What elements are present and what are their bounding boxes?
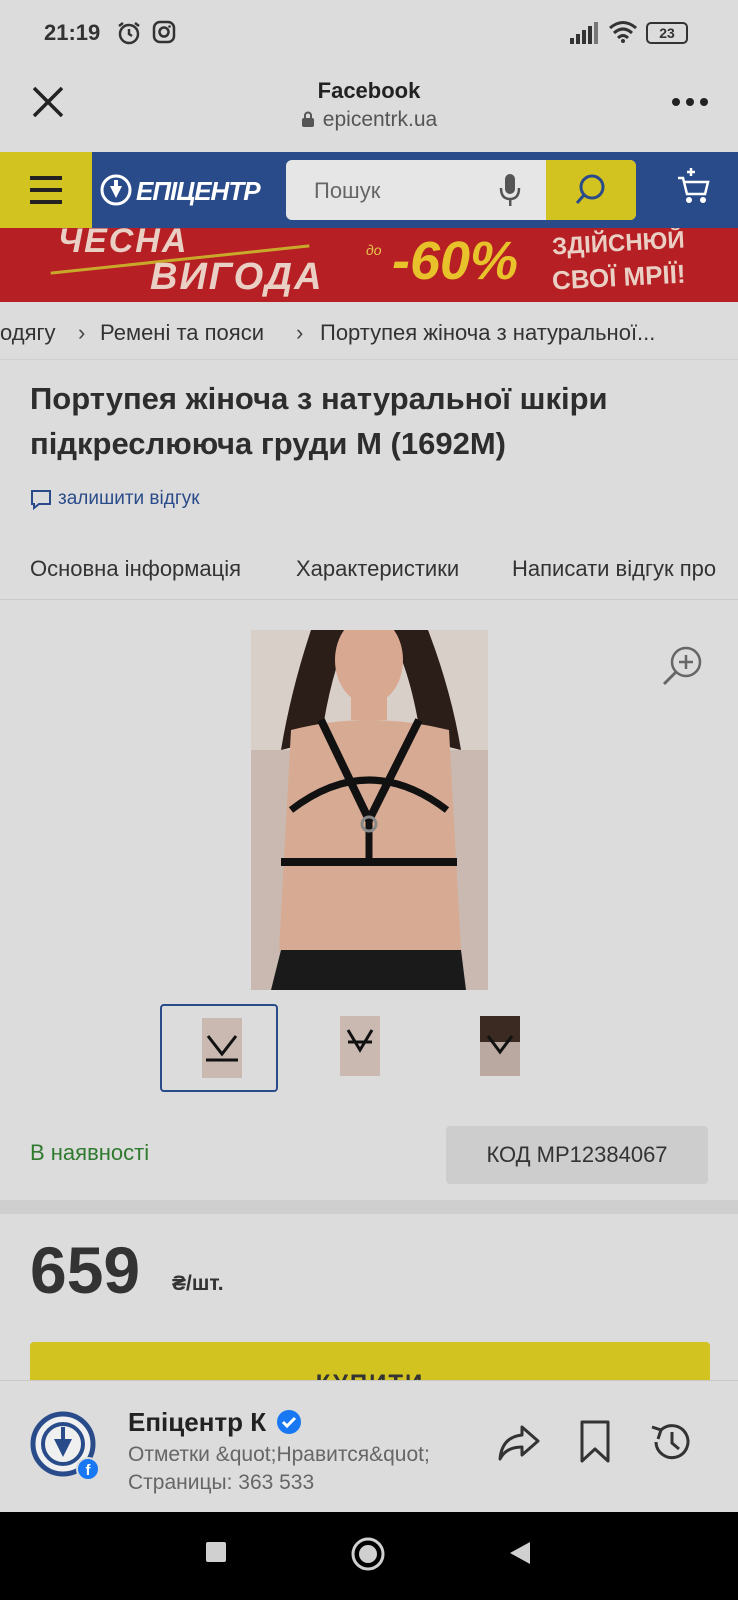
- tab-write-review[interactable]: Написати відгук про: [512, 556, 716, 582]
- page-likes-count: Страницы: 363 533: [128, 1471, 315, 1494]
- product-tabs: Основна інформація Характеристики Написа…: [0, 538, 738, 600]
- thumbnail-image: [202, 1018, 242, 1078]
- instagram-icon: [152, 20, 176, 44]
- banner-line-4: СВОЇ МРІЇ!: [551, 258, 687, 296]
- banner-line-2: ВИГОДА: [150, 256, 324, 298]
- logo-icon: [100, 174, 132, 206]
- page-name[interactable]: Епіцентр К: [128, 1407, 266, 1438]
- status-bar: 21:19 23: [0, 0, 738, 68]
- promo-banner[interactable]: ЧЕСНА ВИГОДА до -60% ЗДІЙСНЮЙ СВОЇ МРІЇ!: [0, 228, 738, 302]
- review-link[interactable]: залишити відгук: [30, 488, 200, 510]
- status-time: 21:19: [44, 20, 101, 45]
- banner-line-3: ЗДІЙСНЮЙ: [551, 228, 686, 261]
- epicentr-logo[interactable]: ЕПІЦЕНТР: [100, 170, 270, 210]
- browser-title: Facebook: [317, 78, 421, 103]
- banner-discount: -60%: [392, 231, 519, 291]
- share-icon[interactable]: [496, 1419, 542, 1465]
- breadcrumb-item[interactable]: Портупея жіноча з натуральної...: [320, 320, 655, 346]
- browser-url: epicentrk.ua: [0, 108, 738, 132]
- thumbnail-1[interactable]: [160, 1004, 278, 1092]
- page-likes-label: Отметки &quot;Нравится&quot;: [128, 1443, 430, 1466]
- menu-button[interactable]: [0, 152, 92, 228]
- price-unit: ₴/шт.: [172, 1272, 224, 1295]
- tab-characteristics[interactable]: Характеристики: [296, 556, 459, 582]
- thumbnail-2[interactable]: [300, 1004, 418, 1092]
- bookmark-icon[interactable]: [578, 1419, 612, 1465]
- recent-apps-icon[interactable]: [204, 1540, 228, 1564]
- search-icon: [575, 174, 605, 204]
- comment-icon: [31, 490, 51, 510]
- breadcrumb: одягу › Ремені та пояси › Портупея жіноч…: [0, 302, 738, 360]
- availability-status: В наявності: [30, 1140, 150, 1165]
- breadcrumb-item[interactable]: одягу: [0, 320, 56, 346]
- breadcrumb-item[interactable]: Ремені та пояси: [100, 320, 264, 346]
- chevron-right-icon: ›: [296, 320, 304, 345]
- search-bar[interactable]: Пошук: [286, 160, 636, 220]
- review-link-label: залишити відгук: [58, 488, 200, 510]
- thumbnail-image: [480, 1016, 520, 1076]
- lock-icon: [301, 111, 314, 127]
- wifi-icon: [609, 21, 637, 43]
- battery-level: 23: [659, 25, 675, 41]
- back-icon[interactable]: [508, 1540, 532, 1566]
- product-title: Портупея жіноча з натуральної шкіри підк…: [30, 381, 608, 461]
- page-avatar[interactable]: f: [30, 1411, 100, 1481]
- more-options-icon[interactable]: [670, 96, 710, 108]
- banner-small: до: [366, 242, 382, 258]
- battery-icon: 23: [646, 22, 688, 44]
- alarm-icon: [118, 22, 140, 45]
- thumbnail-image: [340, 1016, 380, 1076]
- navigation-bar: [0, 1512, 738, 1600]
- url-text: epicentrk.ua: [322, 108, 438, 131]
- tab-main-info[interactable]: Основна інформація: [30, 556, 241, 582]
- facebook-page-bar: f Епіцентр К Отметки &quot;Нравится&quot…: [0, 1380, 738, 1512]
- logo-text: ЕПІЦЕНТР: [136, 176, 261, 206]
- product-gallery: В наявності КОД MP12384067: [0, 600, 738, 1192]
- chevron-right-icon: ›: [78, 320, 86, 345]
- menu-icon: [30, 176, 62, 180]
- zoom-in-icon[interactable]: [660, 644, 704, 688]
- thumbnail-3[interactable]: [440, 1004, 558, 1092]
- home-icon[interactable]: [350, 1536, 386, 1572]
- product-code: КОД MP12384067: [446, 1126, 708, 1184]
- browser-header: Facebook epicentrk.ua: [0, 68, 738, 152]
- signal-icon: [570, 22, 598, 44]
- history-icon[interactable]: [648, 1419, 694, 1465]
- product-image[interactable]: [251, 630, 488, 990]
- cart-icon[interactable]: [676, 166, 710, 206]
- site-header: ЕПІЦЕНТР Пошук: [0, 152, 738, 228]
- microphone-icon[interactable]: [498, 172, 522, 208]
- verified-badge-icon: [277, 1410, 301, 1434]
- divider: [0, 1200, 738, 1214]
- product-price: 659: [30, 1233, 141, 1307]
- search-button[interactable]: [546, 160, 636, 220]
- search-input[interactable]: Пошук: [314, 178, 380, 204]
